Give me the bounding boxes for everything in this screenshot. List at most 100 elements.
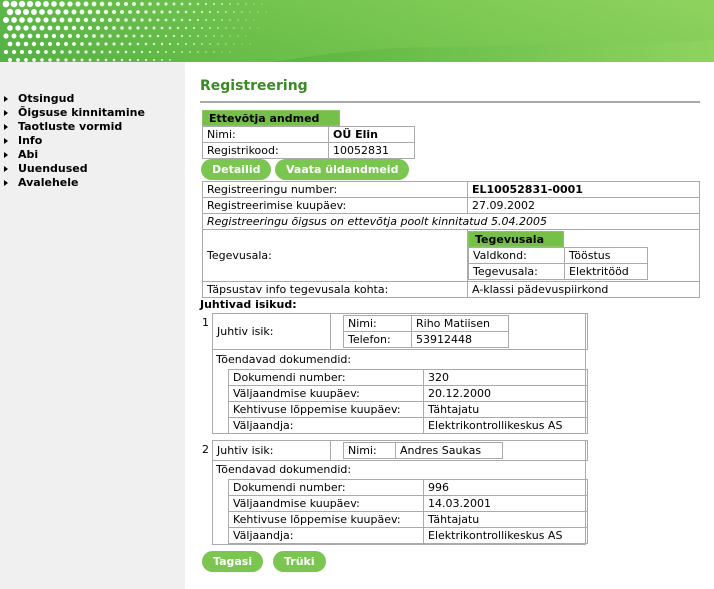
header-dot <box>60 50 64 54</box>
header-dot <box>168 42 172 46</box>
issuer-label: Väljaandja: <box>228 527 424 544</box>
header-dot <box>10 0 18 8</box>
header-dot <box>188 18 192 22</box>
person-name: Andres Saukas <box>395 442 503 459</box>
header-dot <box>160 10 164 14</box>
sidebar-item-avalehele[interactable]: Avalehele <box>4 176 145 190</box>
header-dot <box>120 42 124 46</box>
company-name-label: Nimi: <box>202 126 329 143</box>
header-dot <box>55 9 61 15</box>
header-dot <box>205 35 207 37</box>
header-dot <box>99 17 105 23</box>
header-dot <box>196 2 200 6</box>
sidebar-item-label: Avalehele <box>18 176 79 189</box>
expiry-value: Tähtajatu <box>423 511 588 528</box>
header-dot <box>164 18 168 22</box>
table-row: Telefon: 53912448 <box>343 331 509 348</box>
header-dot <box>43 33 49 39</box>
header-dot <box>184 10 188 14</box>
manager-index: 1 <box>202 316 209 329</box>
header-dot <box>188 34 192 38</box>
bullet-arrow-icon <box>4 166 8 172</box>
table-row: Registreeringu number: EL10052831-0001 <box>202 181 700 198</box>
sidebar-item-uuendused[interactable]: Uuendused <box>4 162 145 176</box>
sidebar-item-label: Taotluste vormid <box>18 120 123 133</box>
header-dot <box>209 43 211 45</box>
header-dot <box>200 10 204 14</box>
header-dot <box>14 8 22 16</box>
expiry-value: Tähtajatu <box>423 401 588 418</box>
doc-number-label: Dokumendi number: <box>228 479 424 496</box>
header-dot <box>35 33 41 39</box>
general-data-button[interactable]: Vaata üldandmeid <box>275 159 410 180</box>
table-row: Nimi: Andres Saukas <box>343 442 503 459</box>
table-row: Väljaandmise kuupäev: 20.12.2000 <box>228 385 588 402</box>
header-dot <box>87 9 93 15</box>
bullet-arrow-icon <box>4 124 8 130</box>
sidebar-item-label: Otsingud <box>18 92 75 105</box>
header-dot <box>128 42 132 46</box>
person-label: Juhtiv isik: <box>212 440 331 461</box>
header-dot <box>63 25 69 31</box>
header-dot <box>160 42 164 46</box>
issue-date-label: Väljaandmise kuupäev: <box>228 385 424 402</box>
header-dot <box>192 10 196 14</box>
print-button[interactable]: Trüki <box>273 551 326 572</box>
header-dot <box>84 34 88 38</box>
sidebar-item-otsingud[interactable]: Otsingud <box>4 92 145 106</box>
header-dot <box>229 19 231 21</box>
table-row: Valdkond: Tööstus <box>468 247 648 264</box>
sidebar-item-taotluste-vormid[interactable]: Taotluste vormid <box>4 120 145 134</box>
header-dot <box>104 26 108 30</box>
header-dot <box>200 26 204 30</box>
header-dot <box>27 17 33 23</box>
header-dot <box>180 34 184 38</box>
header-dot <box>103 9 109 15</box>
header-dot <box>64 42 68 46</box>
header-dot <box>245 19 247 21</box>
header-dot <box>51 17 57 23</box>
header-dot <box>173 51 175 53</box>
reg-number-label: Registreeringu number: <box>202 181 468 198</box>
table-row: Nimi: OÜ Elin <box>202 126 415 143</box>
header-dot <box>39 41 45 47</box>
header-dot <box>204 2 208 6</box>
header-dot <box>22 8 30 16</box>
header-dot <box>140 50 144 54</box>
header-dot <box>233 11 235 13</box>
header-dot <box>164 34 168 38</box>
company-section: Ettevõtja andmed Nimi: OÜ Elin Registrik… <box>202 110 415 159</box>
table-row: Väljaandja: Elektrikontrollikeskus AS <box>228 417 588 434</box>
header-dot <box>80 42 84 46</box>
back-button[interactable]: Tagasi <box>202 551 264 572</box>
details-button[interactable]: Detailid <box>201 159 272 180</box>
issue-date-value: 20.12.2000 <box>423 385 588 402</box>
table-row: Juhtiv isik: Nimi: Riho Matiisen Telefon… <box>212 313 588 350</box>
header-dot <box>111 9 117 15</box>
header-dot <box>148 18 152 22</box>
reg-date-label: Registreerimise kuupäev: <box>202 197 468 214</box>
sidebar-item-info[interactable]: Info <box>4 134 145 148</box>
header-dot <box>257 27 259 29</box>
header-dot <box>216 10 220 14</box>
area-label: Tegevusala: <box>468 263 565 280</box>
header-dot <box>136 58 140 62</box>
table-row: Väljaandmise kuupäev: 14.03.2001 <box>228 495 588 512</box>
header-dot <box>213 35 215 37</box>
header-dot <box>148 50 152 54</box>
header-dot <box>176 42 180 46</box>
manager-card-1: Juhtiv isik: Nimi: Riho Matiisen Telefon… <box>212 313 588 434</box>
header-dot <box>136 10 140 14</box>
header-dot <box>188 2 192 6</box>
header-dot <box>128 26 132 30</box>
header-dot <box>265 11 267 13</box>
header-dot <box>233 43 235 45</box>
header-dot <box>43 17 49 23</box>
sidebar-item-oigsuse-kinnitamine[interactable]: Õigsuse kinnitamine <box>4 106 145 120</box>
company-code-value: 10052831 <box>328 142 415 159</box>
header-dot <box>104 42 108 46</box>
sidebar-item-abi[interactable]: Abi <box>4 148 145 162</box>
header-dot <box>59 17 65 23</box>
header-dot <box>253 3 255 5</box>
header-dot <box>152 42 156 46</box>
